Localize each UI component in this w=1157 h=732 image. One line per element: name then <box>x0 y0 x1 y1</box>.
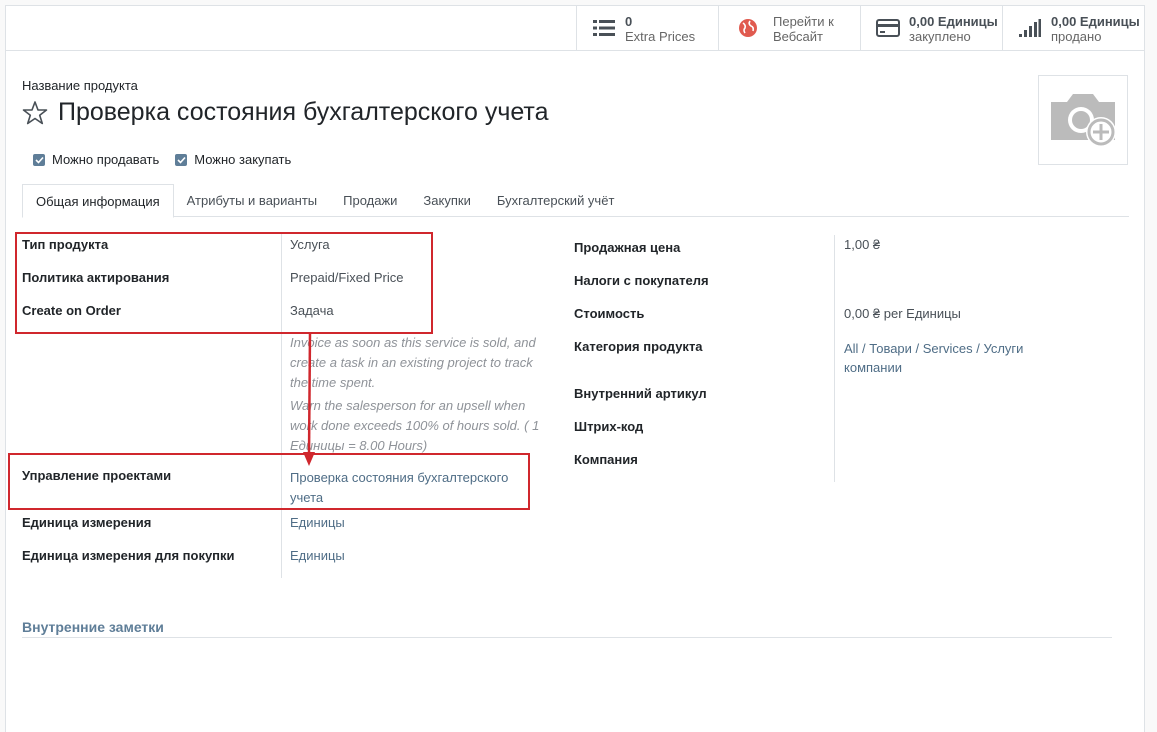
can-sell-label: Можно продавать <box>52 152 160 167</box>
purchased-value: 0,00 Единицы <box>909 14 998 29</box>
extra-prices-button[interactable]: 0 Extra Prices <box>576 6 718 50</box>
company-label: Компания <box>574 452 638 467</box>
invoice-policy-help: Invoice as soon as this service is sold,… <box>290 335 536 390</box>
upsell-help: Warn the salesperson for an upsell when … <box>290 398 540 453</box>
list-icon <box>589 14 619 42</box>
sold-value: 0,00 Единицы <box>1051 14 1140 29</box>
extra-prices-value: 0 <box>625 14 633 29</box>
uom-label: Единица измерения <box>22 515 152 530</box>
can-purchase-checkbox[interactable]: Можно закупать <box>175 152 291 167</box>
can-sell-checkbox[interactable]: Можно продавать <box>33 152 159 167</box>
tab-general-info[interactable]: Общая информация <box>22 184 174 218</box>
sale-price-value[interactable]: 1,00 ₴ <box>844 237 880 252</box>
sale-purchase-checkboxes: Можно продавать Можно закупать <box>33 152 291 167</box>
annotation-arrow <box>303 332 315 466</box>
purchased-button[interactable]: 0,00 Единицы закуплено <box>860 6 1002 50</box>
product-category-value[interactable]: All / Товари / Services / Услуги компани… <box>844 339 1044 377</box>
annotation-box-bottom <box>8 453 530 510</box>
internal-notes-title: Внутренние заметки <box>22 619 164 635</box>
product-form-sheet: 0 Extra Prices Перейти к Вебсайт 0,00 Ед… <box>5 5 1145 732</box>
go-to-website-button[interactable]: Перейти к Вебсайт <box>718 6 860 50</box>
go-to-website-line1: Перейти к <box>773 14 834 29</box>
internal-reference-label: Внутренний артикул <box>574 386 707 401</box>
annotation-box-top <box>15 232 433 334</box>
tab-purchase[interactable]: Закупки <box>410 184 483 217</box>
extra-prices-label: Extra Prices <box>625 29 696 44</box>
tab-sales[interactable]: Продажи <box>330 184 410 217</box>
cost-label: Стоимость <box>574 306 645 321</box>
camera-plus-icon <box>1047 88 1119 153</box>
product-image[interactable] <box>1038 75 1128 165</box>
signal-icon <box>1015 14 1045 42</box>
cost-value[interactable]: 0,00 ₴ per Единицы <box>844 306 961 321</box>
product-name[interactable]: Проверка состояния бухгалтерского учета <box>58 98 549 127</box>
star-icon[interactable] <box>22 100 48 126</box>
purchased-label: закуплено <box>909 29 971 44</box>
sale-price-label: Продажная цена <box>574 240 681 255</box>
smart-button-bar: 0 Extra Prices Перейти к Вебсайт 0,00 Ед… <box>6 6 1144 51</box>
uom-purchase-value[interactable]: Единицы <box>290 548 345 563</box>
notebook-tabs: Общая информация Атрибуты и варианты Про… <box>22 184 1129 218</box>
globe-icon <box>733 14 763 42</box>
tab-accounting[interactable]: Бухгалтерский учёт <box>484 184 628 217</box>
uom-value[interactable]: Единицы <box>290 515 345 530</box>
right-group-divider <box>834 235 835 482</box>
barcode-label: Штрих-код <box>574 419 644 434</box>
customer-taxes-label: Налоги с покупателя <box>574 273 709 288</box>
product-category-label: Категория продукта <box>574 339 703 354</box>
sold-button[interactable]: 0,00 Единицы продано <box>1002 6 1146 50</box>
checkmark-icon[interactable] <box>33 153 45 166</box>
product-name-label: Название продукта <box>22 78 138 93</box>
uom-purchase-label: Единица измерения для покупки <box>22 548 235 563</box>
credit-card-icon <box>873 14 903 42</box>
tab-attributes-variants[interactable]: Атрибуты и варианты <box>174 184 330 217</box>
internal-notes-divider <box>22 637 1112 638</box>
can-purchase-label: Можно закупать <box>194 152 292 167</box>
sold-label: продано <box>1051 29 1102 44</box>
product-title-row: Проверка состояния бухгалтерского учета <box>22 98 549 127</box>
go-to-website-line2: Вебсайт <box>773 29 824 44</box>
checkmark-icon[interactable] <box>175 153 188 166</box>
